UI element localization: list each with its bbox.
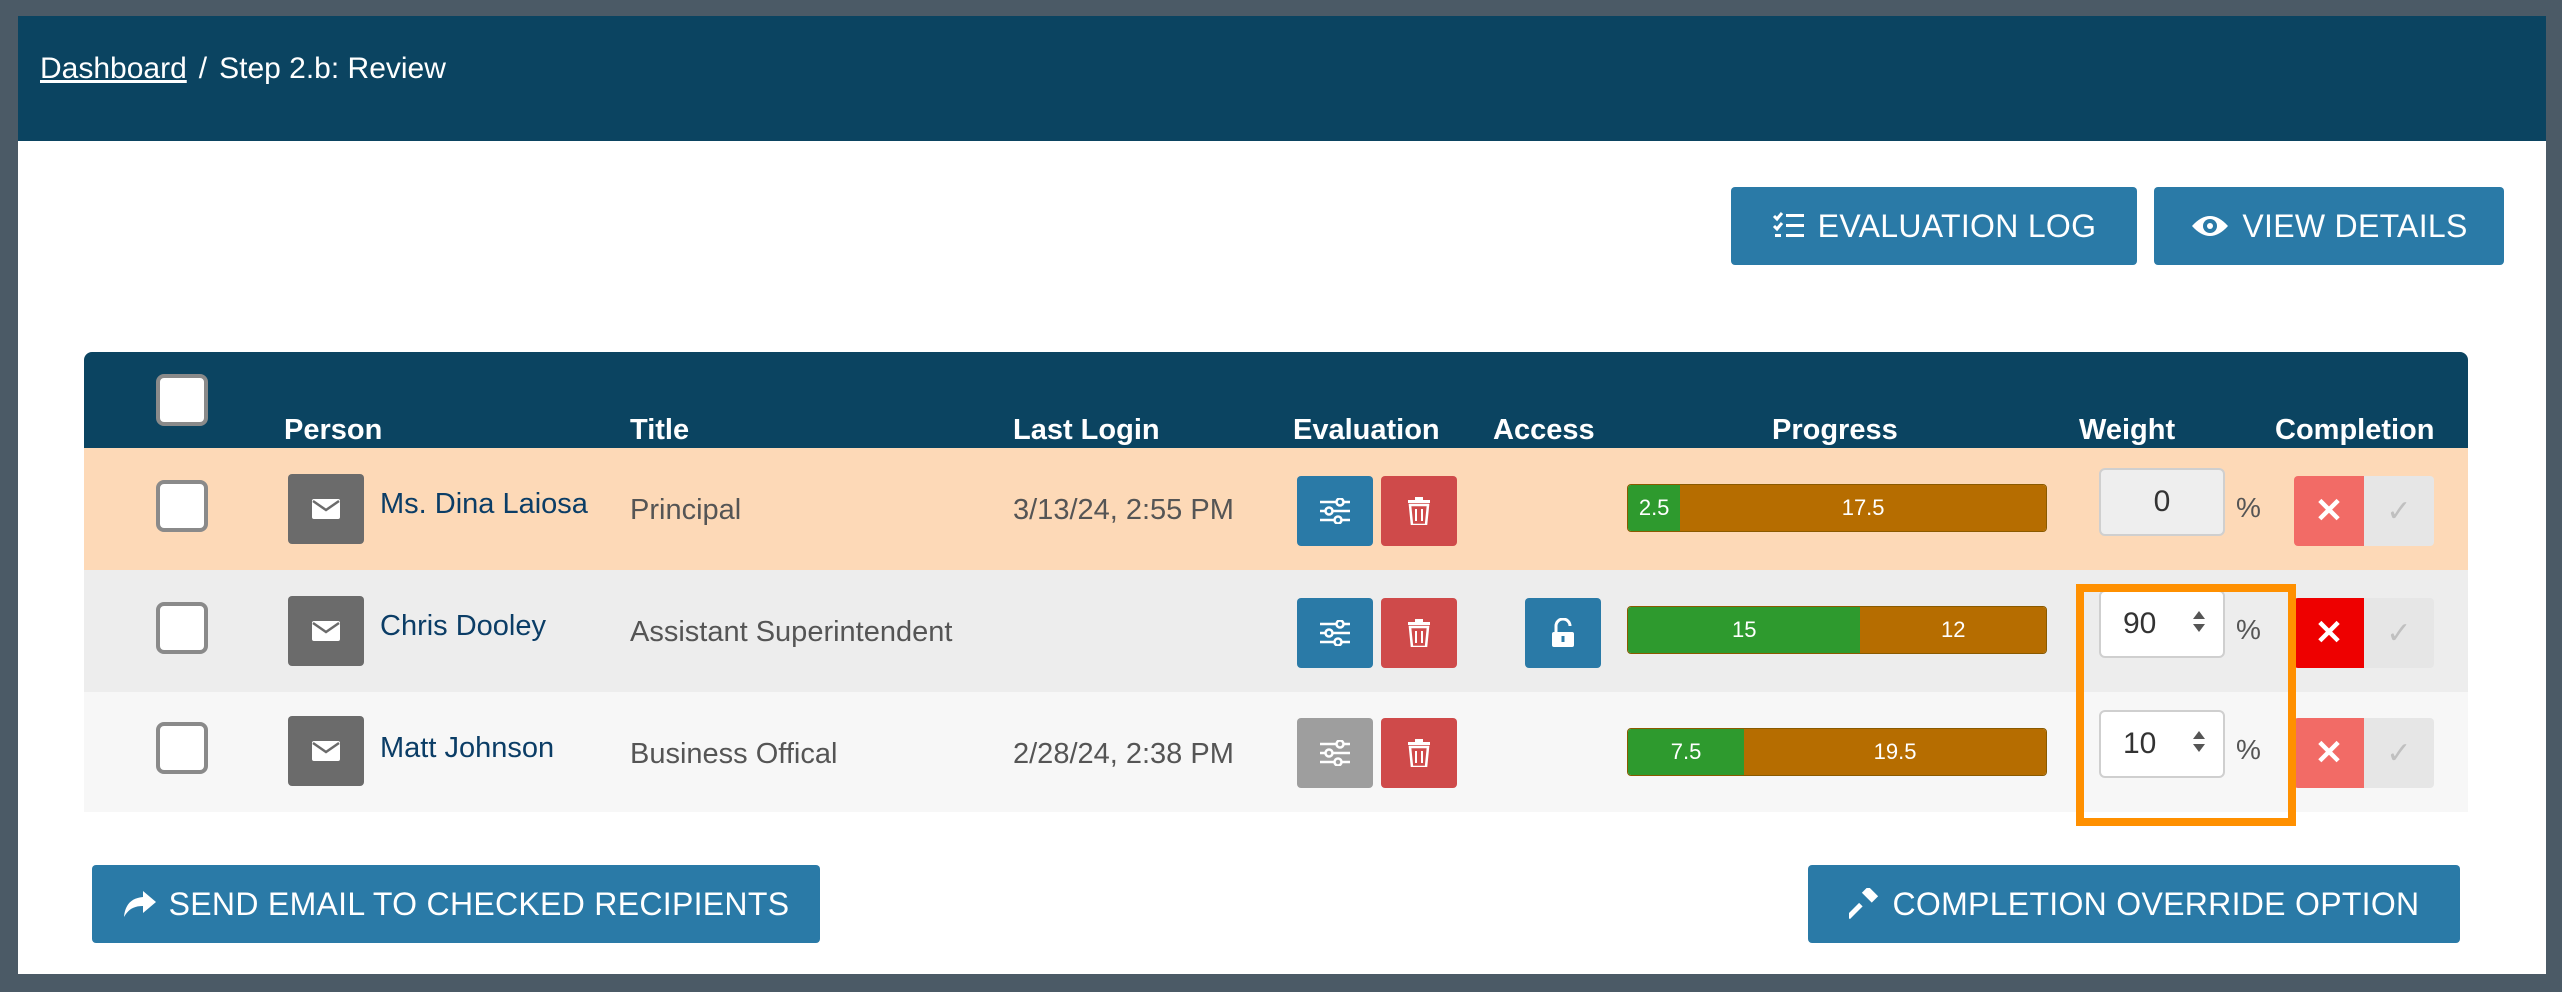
- row-checkbox[interactable]: [156, 602, 208, 654]
- last-login: 2/28/24, 2:38 PM: [1013, 738, 1234, 770]
- share-arrow-icon: [123, 891, 156, 917]
- envelope-icon: [312, 741, 340, 761]
- evaluation-settings-button[interactable]: [1297, 598, 1373, 668]
- progress-bar: 15 12: [1627, 606, 2047, 654]
- sliders-icon: [1320, 740, 1350, 766]
- row-checkbox[interactable]: [156, 722, 208, 774]
- progress-bar: 7.5 19.5: [1627, 728, 2047, 776]
- eye-icon: [2192, 216, 2229, 236]
- person-title: Assistant Superintendent: [630, 616, 953, 648]
- send-email-button[interactable]: SEND EMAIL TO CHECKED RECIPIENTS: [92, 865, 820, 943]
- trash-icon: [1408, 619, 1430, 647]
- person-name[interactable]: Ms. Dina Laiosa: [380, 488, 588, 521]
- row-checkbox[interactable]: [156, 480, 208, 532]
- email-button[interactable]: [288, 474, 364, 544]
- mark-incomplete-button[interactable]: ✕: [2294, 476, 2364, 546]
- header-access: Access: [1493, 414, 1595, 446]
- progress-bar: 2.5 17.5: [1627, 484, 2047, 532]
- progress-complete: 15: [1628, 607, 1861, 653]
- select-all-checkbox[interactable]: [156, 374, 208, 426]
- person-name[interactable]: Chris Dooley: [380, 610, 546, 643]
- weight-input[interactable]: 0: [2099, 468, 2225, 536]
- access-unlock-button[interactable]: [1525, 598, 1601, 668]
- person-title: Principal: [630, 494, 742, 526]
- mark-incomplete-button[interactable]: ✕: [2294, 718, 2364, 788]
- delete-evaluation-button[interactable]: [1381, 598, 1457, 668]
- table-row: Ms. Dina Laiosa Principal 3/13/24, 2:55 …: [84, 448, 2468, 570]
- top-bar: Dashboard / Step 2.b: Review: [18, 16, 2546, 141]
- checklist-icon: [1772, 212, 1804, 237]
- header-title: Title: [630, 414, 690, 446]
- person-title: Business Offical: [630, 738, 838, 770]
- breadcrumb: Dashboard / Step 2.b: Review: [40, 52, 446, 86]
- sliders-icon: [1320, 620, 1350, 646]
- completion-override-label: COMPLETION OVERRIDE OPTION: [1892, 885, 2420, 922]
- delete-evaluation-button[interactable]: [1381, 476, 1457, 546]
- trash-icon: [1408, 497, 1430, 525]
- progress-remaining: 17.5: [1680, 485, 2046, 531]
- header-evaluation: Evaluation: [1293, 414, 1440, 446]
- header-completion: Completion: [2275, 414, 2435, 446]
- mark-complete-button[interactable]: ✓: [2364, 718, 2434, 788]
- envelope-icon: [312, 621, 340, 641]
- trash-icon: [1408, 739, 1430, 767]
- person-name[interactable]: Matt Johnson: [380, 732, 554, 765]
- view-details-button[interactable]: VIEW DETAILS: [2154, 187, 2504, 265]
- last-login: 3/13/24, 2:55 PM: [1013, 494, 1234, 526]
- delete-evaluation-button[interactable]: [1381, 718, 1457, 788]
- email-button[interactable]: [288, 716, 364, 786]
- breadcrumb-separator: /: [198, 52, 208, 85]
- header-last-login: Last Login: [1013, 414, 1160, 446]
- mark-incomplete-button[interactable]: ✕: [2294, 598, 2364, 668]
- evaluation-log-button[interactable]: EVALUATION LOG: [1731, 187, 2137, 265]
- mark-complete-button[interactable]: ✓: [2364, 476, 2434, 546]
- evaluation-settings-button[interactable]: [1297, 476, 1373, 546]
- sliders-icon: [1320, 498, 1350, 524]
- completion-override-button[interactable]: COMPLETION OVERRIDE OPTION: [1808, 865, 2460, 943]
- progress-complete: 2.5: [1628, 485, 1681, 531]
- header-progress: Progress: [1772, 414, 1898, 446]
- email-button[interactable]: [288, 596, 364, 666]
- progress-remaining: 12: [1860, 607, 2046, 653]
- view-details-label: VIEW DETAILS: [2242, 207, 2468, 244]
- header-person: Person: [284, 414, 383, 446]
- evaluation-log-label: EVALUATION LOG: [1817, 207, 2097, 244]
- table-header: Person Title Last Login Evaluation Acces…: [84, 352, 2468, 448]
- breadcrumb-dashboard-link[interactable]: Dashboard: [40, 52, 187, 86]
- envelope-icon: [312, 499, 340, 519]
- unlock-icon: [1552, 618, 1574, 647]
- progress-complete: 7.5: [1628, 729, 1745, 775]
- send-email-label: SEND EMAIL TO CHECKED RECIPIENTS: [168, 885, 790, 922]
- app-frame: Dashboard / Step 2.b: Review EVALUATION …: [18, 16, 2546, 974]
- weight-highlight-box: [2076, 584, 2296, 826]
- gavel-icon: [1848, 888, 1878, 920]
- progress-remaining: 19.5: [1744, 729, 2046, 775]
- weight-percent-sign: %: [2236, 492, 2261, 523]
- header-weight: Weight: [2079, 414, 2176, 446]
- evaluation-settings-button[interactable]: [1297, 718, 1373, 788]
- mark-complete-button[interactable]: ✓: [2364, 598, 2434, 668]
- breadcrumb-current: Step 2.b: Review: [219, 52, 446, 85]
